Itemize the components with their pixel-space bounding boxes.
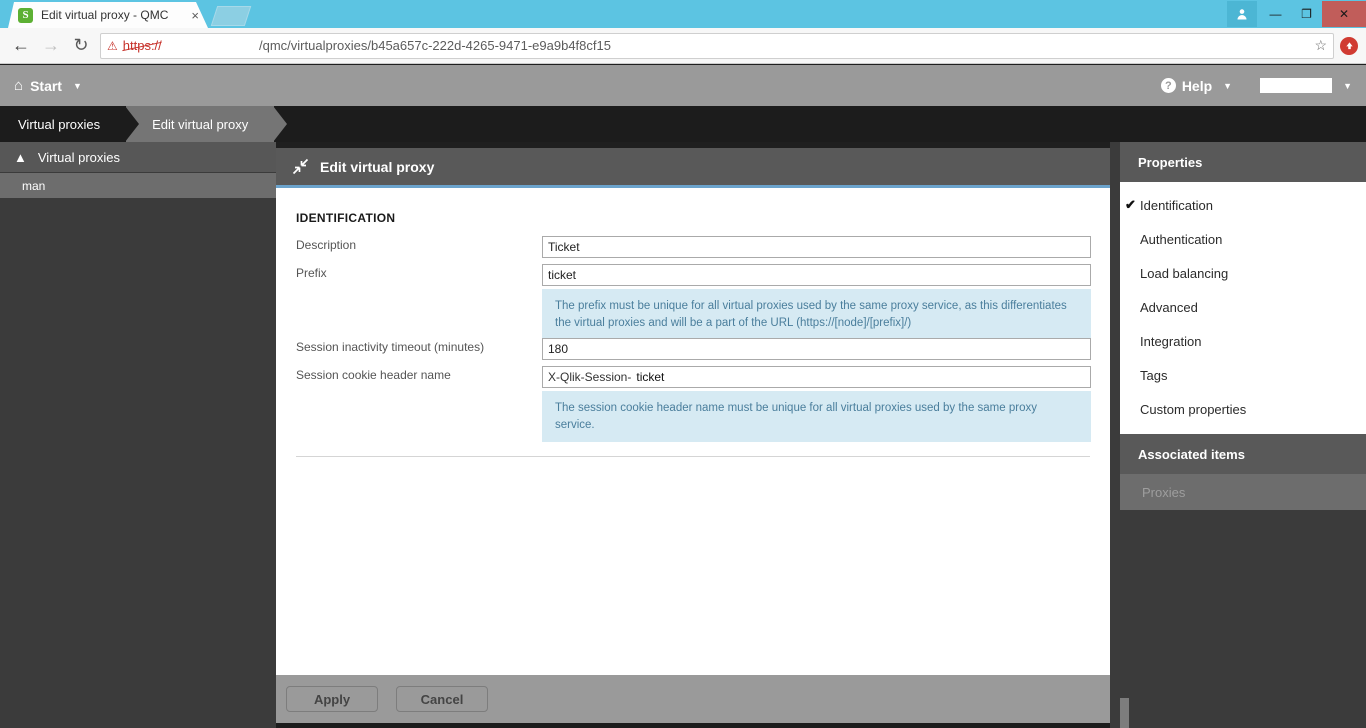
url-path: /qmc/virtualproxies/b45a657c-222d-4265-9… bbox=[259, 38, 611, 53]
home-icon: ⌂ bbox=[14, 77, 24, 94]
favicon-letter: S bbox=[22, 8, 29, 21]
property-label: Integration bbox=[1140, 333, 1202, 349]
browser-tab-title: Edit virtual proxy - QMC bbox=[41, 8, 169, 22]
property-label: Tags bbox=[1140, 367, 1168, 383]
new-tab-button[interactable] bbox=[210, 6, 252, 26]
property-item-load-balancing[interactable]: Load balancing bbox=[1120, 256, 1366, 290]
form-divider bbox=[296, 456, 1090, 457]
property-label: Custom properties bbox=[1140, 401, 1247, 417]
minimize-window-button[interactable]: — bbox=[1260, 1, 1291, 27]
panel-scrollbar[interactable] bbox=[1120, 698, 1129, 728]
cookie-header-fixed-prefix: X-Qlik-Session- bbox=[548, 370, 632, 384]
forward-icon[interactable]: → bbox=[36, 32, 66, 60]
associated-item-proxies[interactable]: Proxies bbox=[1120, 474, 1366, 510]
field-row-session-timeout: Session inactivity timeout (minutes) bbox=[296, 338, 1091, 360]
insecure-warning-icon: ⚠ bbox=[107, 38, 118, 53]
user-chevron-down-icon[interactable]: ▼ bbox=[1343, 81, 1352, 91]
user-name-redacted[interactable] bbox=[1260, 78, 1333, 93]
content-footer: Apply Cancel bbox=[276, 675, 1110, 723]
bookmark-star-icon[interactable]: ☆ bbox=[1314, 37, 1327, 54]
url-scheme: https:// bbox=[122, 38, 162, 53]
prefix-label: Prefix bbox=[296, 266, 327, 280]
restore-window-button[interactable]: ❐ bbox=[1291, 1, 1322, 27]
breadcrumb-label: Virtual proxies bbox=[18, 116, 101, 132]
browser-tabstrip: S Edit virtual proxy - QMC × — ❐ ✕ bbox=[0, 0, 1366, 28]
address-bar[interactable]: ⚠ https:// /qmc/virtualproxies/b45a657c-… bbox=[100, 32, 1334, 59]
associated-item-label: Proxies bbox=[1142, 484, 1186, 500]
prefix-input-text[interactable] bbox=[548, 265, 1085, 285]
cancel-button[interactable]: Cancel bbox=[396, 686, 488, 712]
footer-strip bbox=[276, 723, 1110, 728]
property-item-advanced[interactable]: Advanced bbox=[1120, 290, 1366, 324]
sidebar-section-virtual-proxies[interactable]: ▲ Virtual proxies bbox=[0, 142, 276, 173]
property-item-tags[interactable]: Tags bbox=[1120, 358, 1366, 392]
associated-items-title: Associated items bbox=[1120, 434, 1366, 474]
description-label: Description bbox=[296, 238, 357, 252]
property-item-identification[interactable]: ✔ Identification bbox=[1120, 188, 1366, 222]
section-title-identification: IDENTIFICATION bbox=[296, 211, 396, 225]
field-row-cookie-header: Session cookie header name X-Qlik-Sessio… bbox=[296, 366, 1091, 388]
user-avatar-icon[interactable] bbox=[1227, 1, 1257, 27]
field-row-prefix: Prefix bbox=[296, 264, 1091, 286]
browser-tab-active[interactable]: S Edit virtual proxy - QMC × bbox=[8, 2, 208, 28]
panel-gutter bbox=[1110, 142, 1120, 728]
session-timeout-input[interactable] bbox=[542, 338, 1091, 360]
property-item-custom-properties[interactable]: Custom properties bbox=[1120, 392, 1366, 426]
start-menu-button[interactable]: ⌂ Start ▼ bbox=[14, 77, 82, 94]
prefix-input[interactable] bbox=[542, 264, 1091, 286]
right-panel: Properties ✔ Identification Authenticati… bbox=[1120, 142, 1366, 728]
left-sidebar: ▲ Virtual proxies man bbox=[0, 142, 276, 728]
description-input-text[interactable] bbox=[548, 237, 1085, 257]
info-box-cookie-header: The session cookie header name must be u… bbox=[542, 391, 1091, 443]
properties-panel-title: Properties bbox=[1120, 142, 1366, 182]
session-timeout-input-text[interactable] bbox=[548, 339, 1085, 359]
update-menu-icon[interactable] bbox=[1340, 36, 1358, 55]
property-item-authentication[interactable]: Authentication bbox=[1120, 222, 1366, 256]
breadcrumb-item-virtual-proxies[interactable]: Virtual proxies bbox=[0, 106, 140, 142]
help-button[interactable]: ? Help ▼ bbox=[1160, 77, 1232, 94]
property-label: Advanced bbox=[1140, 299, 1198, 315]
cookie-header-label: Session cookie header name bbox=[296, 368, 451, 382]
session-timeout-label: Session inactivity timeout (minutes) bbox=[296, 340, 485, 354]
qlik-favicon-icon: S bbox=[18, 7, 33, 23]
field-row-description: Description bbox=[296, 236, 1091, 258]
breadcrumb: Virtual proxies Edit virtual proxy bbox=[0, 106, 1366, 142]
close-tab-icon[interactable]: × bbox=[188, 9, 202, 22]
start-label: Start bbox=[30, 77, 62, 94]
question-mark-icon: ? bbox=[1160, 78, 1176, 93]
property-item-integration[interactable]: Integration bbox=[1120, 324, 1366, 358]
cookie-header-value[interactable]: ticket bbox=[636, 370, 664, 384]
property-label: Identification bbox=[1140, 197, 1213, 213]
help-label: Help bbox=[1181, 77, 1213, 94]
property-label: Authentication bbox=[1140, 231, 1223, 247]
qmc-app-header: ⌂ Start ▼ ? Help ▼ ▼ bbox=[0, 65, 1366, 106]
back-icon[interactable]: ← bbox=[6, 32, 36, 60]
content-header: Edit virtual proxy bbox=[276, 148, 1110, 185]
browser-toolbar: ← → ↻ ⚠ https:// /qmc/virtualproxies/b45… bbox=[0, 28, 1366, 64]
page-title: Edit virtual proxy bbox=[320, 158, 435, 175]
check-icon: ✔ bbox=[1125, 197, 1136, 212]
window-controls: — ❐ ✕ bbox=[1227, 0, 1366, 28]
header-right-group: ? Help ▼ ▼ bbox=[1160, 77, 1352, 94]
help-chevron-down-icon[interactable]: ▼ bbox=[1223, 81, 1232, 91]
chevron-down-icon[interactable]: ▼ bbox=[73, 81, 82, 91]
sidebar-section-label: Virtual proxies bbox=[37, 149, 121, 165]
sidebar-item-man[interactable]: man bbox=[0, 173, 276, 199]
collapse-arrows-icon bbox=[292, 158, 309, 175]
breadcrumb-item-edit-virtual-proxy[interactable]: Edit virtual proxy bbox=[126, 106, 288, 142]
apply-button[interactable]: Apply bbox=[286, 686, 378, 712]
close-window-button[interactable]: ✕ bbox=[1322, 1, 1366, 27]
cookie-header-input[interactable]: X-Qlik-Session- ticket bbox=[542, 366, 1091, 388]
content-body: IDENTIFICATION Description Prefix The pr… bbox=[276, 188, 1110, 675]
properties-list: ✔ Identification Authentication Load bal… bbox=[1120, 182, 1366, 434]
description-input[interactable] bbox=[542, 236, 1091, 258]
reload-icon[interactable]: ↻ bbox=[66, 32, 96, 60]
breadcrumb-label: Edit virtual proxy bbox=[152, 116, 249, 132]
property-label: Load balancing bbox=[1140, 265, 1229, 281]
sidebar-item-label: man bbox=[22, 178, 46, 193]
info-box-prefix: The prefix must be unique for all virtua… bbox=[542, 289, 1091, 341]
chevron-up-icon: ▲ bbox=[14, 149, 27, 165]
